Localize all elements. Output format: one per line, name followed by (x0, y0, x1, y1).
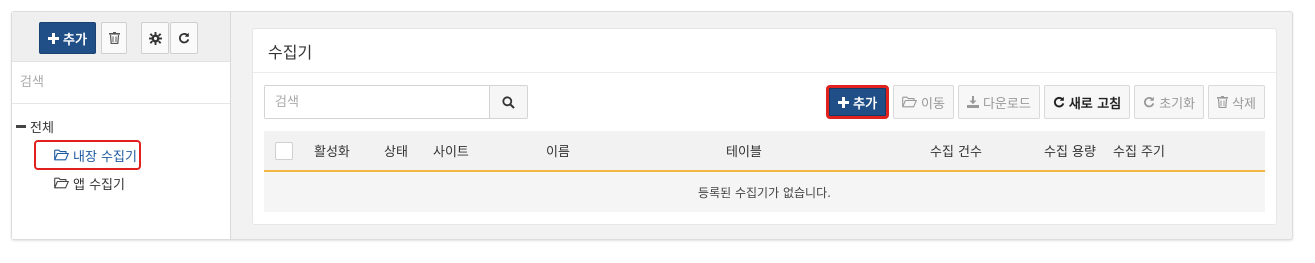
download-button[interactable]: 다운로드 (957, 85, 1040, 119)
refresh-icon (1053, 96, 1065, 108)
column-header[interactable]: 테이블 (726, 131, 762, 170)
sidebar-toolbar: 추가 (12, 12, 230, 62)
sidebar-settings-button[interactable] (141, 22, 169, 54)
refresh-icon (178, 32, 190, 44)
select-all-checkbox[interactable] (275, 141, 293, 160)
tree-root-label: 전체 (30, 120, 54, 136)
column-header[interactable]: 수집 건수 (930, 131, 982, 170)
collector-tree: 전체 내장 수집기 앱 수집기 (12, 104, 230, 196)
sidebar-search-input[interactable] (20, 75, 222, 90)
action-buttons: 추가 이동 다운로드 새로 고침 초기화 삭제 (826, 85, 1265, 119)
select-all-checkbox-cell (275, 131, 293, 170)
sidebar-delete-button[interactable] (101, 22, 127, 54)
move-button-label: 이동 (921, 96, 945, 112)
column-header[interactable]: 수집 주기 (1113, 131, 1165, 170)
sidebar-search (12, 62, 230, 104)
main-search (264, 85, 528, 119)
column-header[interactable]: 이름 (546, 131, 570, 170)
search-button[interactable] (489, 86, 527, 118)
move-button[interactable]: 이동 (893, 85, 954, 119)
reset-button[interactable]: 초기화 (1134, 85, 1205, 119)
refresh-button-label: 새로 고침 (1068, 96, 1122, 112)
app-frame: 추가 전체 (11, 11, 1293, 240)
add-button[interactable]: 추가 (826, 85, 890, 119)
refresh-button[interactable]: 새로 고침 (1043, 85, 1131, 119)
sidebar-add-button[interactable]: 추가 (39, 22, 96, 54)
main-toolbar: 추가 이동 다운로드 (264, 85, 1265, 119)
collector-panel: 수집기 추가 (252, 28, 1277, 225)
tree-root-all[interactable]: 전체 (12, 116, 230, 136)
download-icon (966, 96, 979, 108)
tree-item-label: 앱 수집기 (73, 177, 125, 193)
download-button-label: 다운로드 (982, 96, 1031, 112)
table-header: 활성화 상태 사이트 이름 테이블 수집 건수 수집 용량 수집 주기 (264, 131, 1265, 172)
folder-open-icon (902, 96, 917, 108)
tree-item-app-collectors[interactable]: 앱 수집기 (12, 170, 230, 196)
search-icon (502, 95, 515, 109)
sidebar: 추가 전체 (12, 12, 231, 239)
tree-item-label: 내장 수집기 (73, 149, 137, 165)
tree-item-builtin-collectors[interactable]: 내장 수집기 (34, 140, 141, 170)
add-button-label: 추가 (853, 96, 878, 112)
sidebar-add-label: 추가 (63, 32, 87, 48)
collapse-icon (16, 124, 26, 128)
trash-icon (1217, 96, 1229, 108)
delete-button-label: 삭제 (1232, 96, 1256, 112)
trash-icon (108, 32, 120, 44)
reset-icon (1143, 96, 1155, 108)
reset-button-label: 초기화 (1159, 96, 1196, 112)
search-input[interactable] (265, 86, 489, 118)
folder-open-icon (54, 177, 69, 189)
gear-icon (148, 31, 162, 45)
folder-open-icon (54, 149, 69, 161)
page-title: 수집기 (253, 29, 1276, 73)
plus-icon (838, 96, 850, 108)
column-header[interactable]: 수집 용량 (1044, 131, 1096, 170)
column-header[interactable]: 활성화 (314, 131, 350, 170)
column-header[interactable]: 사이트 (433, 131, 469, 170)
delete-button[interactable]: 삭제 (1208, 85, 1265, 119)
collector-table: 활성화 상태 사이트 이름 테이블 수집 건수 수집 용량 수집 주기 등록된 … (264, 131, 1265, 212)
column-header[interactable]: 상태 (384, 131, 408, 170)
sidebar-refresh-button[interactable] (170, 22, 198, 54)
empty-message: 등록된 수집기가 없습니다. (264, 172, 1265, 212)
plus-icon (48, 32, 60, 44)
